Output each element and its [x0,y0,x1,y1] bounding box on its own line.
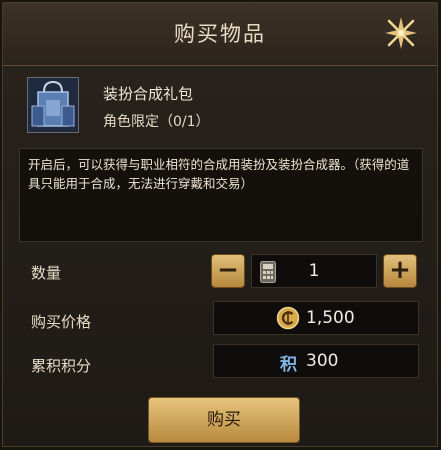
buy-button[interactable]: 购买 [148,397,300,443]
price-value: 1,500 [306,308,355,328]
quantity-label: 数量 [31,264,62,282]
item-limit: 角色限定（0/1） [103,114,210,130]
gold-coin-icon [276,306,300,334]
points-label: 累积积分 [31,357,92,375]
points-box: 积 300 [213,344,419,378]
quantity-increase-button[interactable]: + [383,254,417,288]
dialog-header: 购买物品 [3,3,437,66]
points-icon: 积 [280,355,297,375]
close-icon[interactable] [383,15,419,51]
price-label: 购买价格 [31,313,92,331]
quantity-decrease-button[interactable]: − [211,254,245,288]
item-row: 装扮合成礼包 角色限定（0/1） [27,77,427,137]
price-box: 1,500 [213,301,419,335]
quantity-value: 1 [308,261,320,281]
item-description: 开启后，可以获得与职业相符的合成用装扮及装扮合成器。（获得的道具只能用于合成，无… [19,148,423,242]
dialog-title: 购买物品 [174,22,266,46]
gift-package-icon [27,77,79,133]
purchase-dialog: 购买物品 装扮合成礼包 角色限定（0/1） 开启后，可以获得与职业相符的合成用装… [2,2,438,447]
item-name: 装扮合成礼包 [103,85,194,103]
points-value: 300 [306,351,339,371]
quantity-field[interactable]: 1 [251,254,377,288]
